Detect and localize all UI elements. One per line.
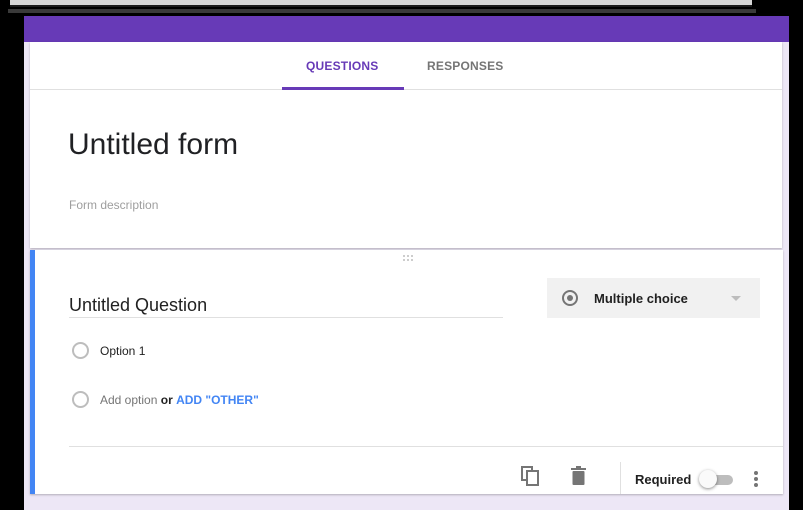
toggle-knob <box>699 470 717 488</box>
option-1-label[interactable]: Option 1 <box>100 344 145 358</box>
question-type-label: Multiple choice <box>594 291 688 306</box>
footer-divider <box>69 446 783 447</box>
form-description-field[interactable]: Form description <box>69 198 158 212</box>
window-shadow <box>8 9 756 13</box>
radio-icon <box>562 290 578 306</box>
add-other-button[interactable]: ADD "OTHER" <box>176 393 259 407</box>
add-option-row: Add option or ADD "OTHER" <box>100 393 259 407</box>
add-option-radio-icon <box>72 391 89 408</box>
option-1-radio-icon <box>72 342 89 359</box>
add-option-button[interactable]: Add option <box>100 393 157 407</box>
drag-handle-icon[interactable] <box>402 254 414 263</box>
tab-bar: QUESTIONS RESPONSES <box>30 42 782 90</box>
question-card[interactable]: Untitled Question Multiple choice Option… <box>30 250 783 494</box>
trash-icon[interactable] <box>571 466 586 485</box>
header-band <box>10 16 803 42</box>
tab-questions[interactable]: QUESTIONS <box>306 59 378 73</box>
footer-separator <box>620 462 621 494</box>
question-type-select[interactable]: Multiple choice <box>547 278 760 318</box>
window-edge <box>10 0 752 7</box>
or-label: or <box>160 393 173 407</box>
form-title[interactable]: Untitled form <box>68 128 238 162</box>
form-header-card: QUESTIONS RESPONSES Untitled form Form d… <box>30 42 782 248</box>
dropdown-caret-icon <box>731 296 741 301</box>
active-tab-indicator <box>282 87 404 90</box>
copy-icon[interactable] <box>521 466 539 486</box>
question-title-underline <box>69 317 503 318</box>
top-strip <box>0 0 803 16</box>
tab-responses[interactable]: RESPONSES <box>427 59 504 73</box>
radio-dot <box>567 295 573 301</box>
required-toggle[interactable] <box>699 470 735 488</box>
right-frame <box>789 16 803 510</box>
left-frame <box>10 16 24 510</box>
required-label: Required <box>635 472 692 487</box>
question-title-input[interactable]: Untitled Question <box>69 295 207 316</box>
more-vert-icon[interactable] <box>752 469 760 489</box>
